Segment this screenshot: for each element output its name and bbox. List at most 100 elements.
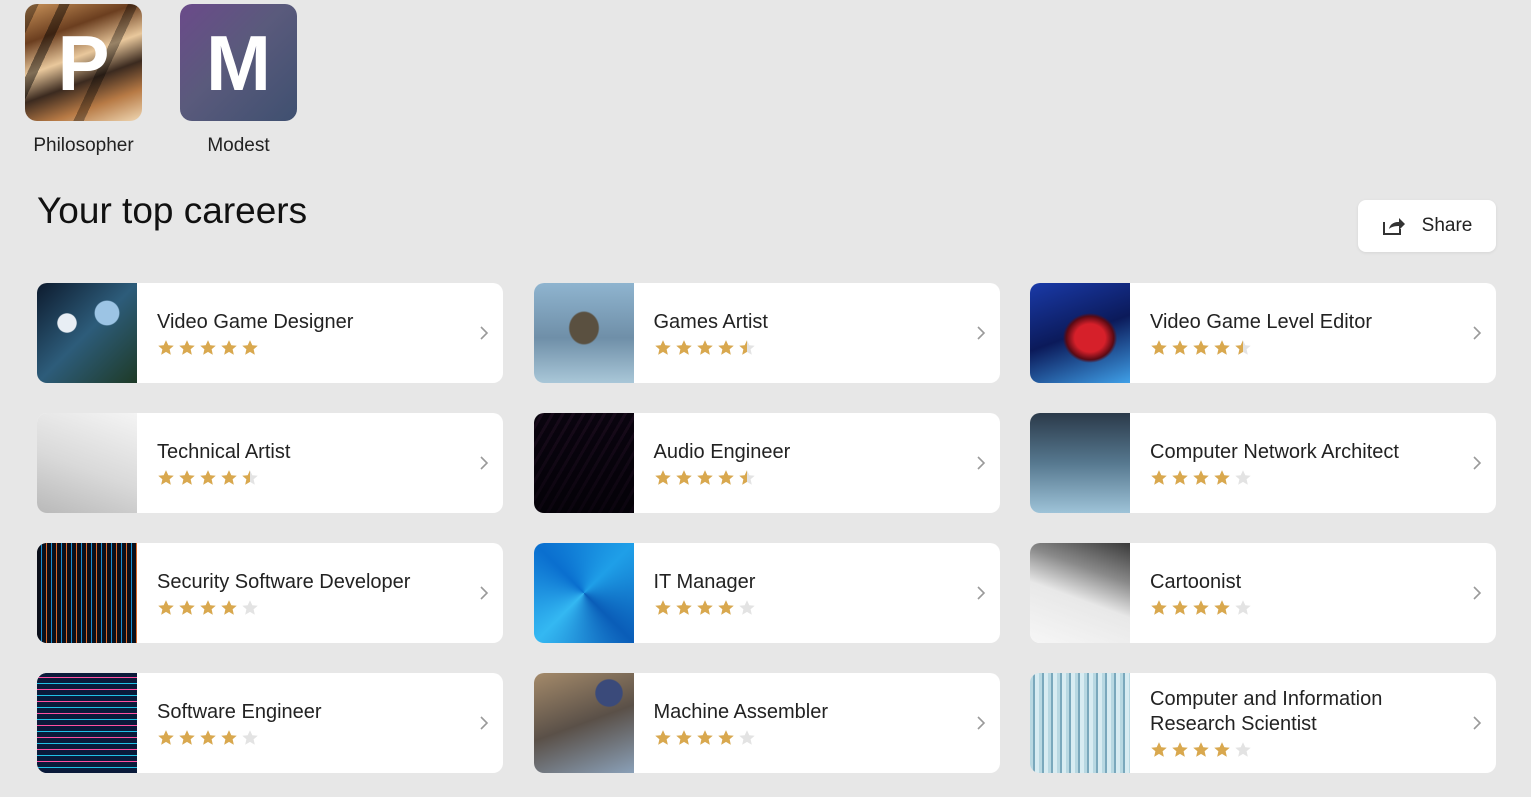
star-icon <box>1192 741 1210 759</box>
career-title: Computer and Information Research Scient… <box>1150 688 1383 735</box>
career-card[interactable]: Games Artist <box>533 283 1000 383</box>
star-icon <box>696 469 714 487</box>
star-rating <box>1150 339 1456 357</box>
chevron-right-icon <box>976 455 986 471</box>
star-icon <box>738 729 756 747</box>
archetype-modest[interactable]: M Modest <box>180 4 297 157</box>
career-card[interactable]: Computer Network Architect <box>1030 413 1496 513</box>
career-card[interactable]: Cartoonist <box>1030 543 1496 643</box>
career-card[interactable]: IT Manager <box>533 543 1000 643</box>
star-icon <box>654 339 672 357</box>
career-card[interactable]: Computer and Information Research Scient… <box>1030 673 1496 773</box>
chevron-right-icon <box>976 715 986 731</box>
chevron-right-icon <box>479 455 489 471</box>
career-card[interactable]: Software Engineer <box>37 673 503 773</box>
career-thumbnail <box>37 413 137 513</box>
personality-archetypes: P Philosopher M Modest <box>25 4 297 157</box>
star-icon <box>717 729 735 747</box>
star-rating <box>157 469 463 487</box>
star-rating <box>654 469 960 487</box>
star-icon <box>675 599 693 617</box>
career-title: Audio Engineer <box>653 440 791 463</box>
star-icon <box>675 339 693 357</box>
chevron-right-icon <box>479 715 489 731</box>
star-icon <box>220 469 238 487</box>
career-thumbnail <box>37 283 137 383</box>
career-card[interactable]: Video Game Designer <box>37 283 503 383</box>
star-icon <box>696 729 714 747</box>
star-icon <box>157 339 175 357</box>
star-rating <box>1150 599 1456 617</box>
career-title: Games Artist <box>653 310 768 333</box>
career-card[interactable]: Audio Engineer <box>533 413 1000 513</box>
star-rating <box>1150 741 1456 759</box>
chevron-right-icon <box>1472 585 1482 601</box>
star-icon <box>1213 599 1231 617</box>
career-card[interactable]: Video Game Level Editor <box>1030 283 1496 383</box>
star-icon <box>654 599 672 617</box>
star-icon <box>1171 339 1189 357</box>
star-icon <box>1171 741 1189 759</box>
career-title: Security Software Developer <box>157 570 411 593</box>
star-icon <box>654 469 672 487</box>
star-icon <box>220 599 238 617</box>
star-icon <box>220 729 238 747</box>
star-icon <box>1150 469 1168 487</box>
star-icon <box>1213 469 1231 487</box>
star-icon <box>675 729 693 747</box>
star-icon <box>1192 339 1210 357</box>
share-arrow-icon <box>1382 216 1406 236</box>
archetype-philosopher[interactable]: P Philosopher <box>25 4 142 157</box>
career-title: IT Manager <box>653 570 756 593</box>
star-icon <box>178 339 196 357</box>
career-title: Video Game Level Editor <box>1150 310 1372 333</box>
career-card[interactable]: Machine Assembler <box>533 673 1000 773</box>
star-rating <box>157 599 463 617</box>
chevron-right-icon <box>1472 455 1482 471</box>
star-icon <box>157 469 175 487</box>
star-icon <box>1150 339 1168 357</box>
star-icon <box>157 599 175 617</box>
star-icon <box>654 729 672 747</box>
star-icon <box>220 339 238 357</box>
career-thumbnail <box>1030 413 1130 513</box>
star-icon <box>1192 599 1210 617</box>
chevron-right-icon <box>976 585 986 601</box>
star-icon <box>738 469 756 487</box>
star-icon <box>717 469 735 487</box>
chevron-right-icon <box>479 585 489 601</box>
career-title: Computer Network Architect <box>1150 440 1399 463</box>
star-icon <box>241 599 259 617</box>
star-icon <box>696 599 714 617</box>
career-card[interactable]: Security Software Developer <box>37 543 503 643</box>
star-icon <box>178 729 196 747</box>
star-icon <box>1192 469 1210 487</box>
career-title: Software Engineer <box>157 700 322 723</box>
star-icon <box>1234 599 1252 617</box>
chevron-right-icon <box>976 325 986 341</box>
star-icon <box>178 599 196 617</box>
share-label: Share <box>1421 215 1473 236</box>
star-icon <box>241 729 259 747</box>
star-icon <box>1234 741 1252 759</box>
career-thumbnail <box>533 283 634 383</box>
career-thumbnail <box>1030 283 1130 383</box>
career-title: Machine Assembler <box>653 700 829 723</box>
archetype-letter: M <box>206 18 271 107</box>
star-icon <box>241 469 259 487</box>
career-card[interactable]: Technical Artist <box>37 413 503 513</box>
star-rating <box>157 339 463 357</box>
career-thumbnail <box>533 673 634 773</box>
star-icon <box>178 469 196 487</box>
star-icon <box>1213 339 1231 357</box>
chevron-right-icon <box>479 325 489 341</box>
archetype-letter: P <box>57 18 110 107</box>
star-icon <box>199 339 217 357</box>
archetype-label: Philosopher <box>33 135 134 156</box>
career-thumbnail <box>1030 673 1130 773</box>
share-button[interactable]: Share <box>1358 200 1496 252</box>
archetype-tile-modest[interactable]: M <box>180 4 297 121</box>
archetype-tile-philosopher[interactable]: P <box>25 4 142 121</box>
section-title: Your top careers <box>37 190 308 231</box>
star-icon <box>717 599 735 617</box>
